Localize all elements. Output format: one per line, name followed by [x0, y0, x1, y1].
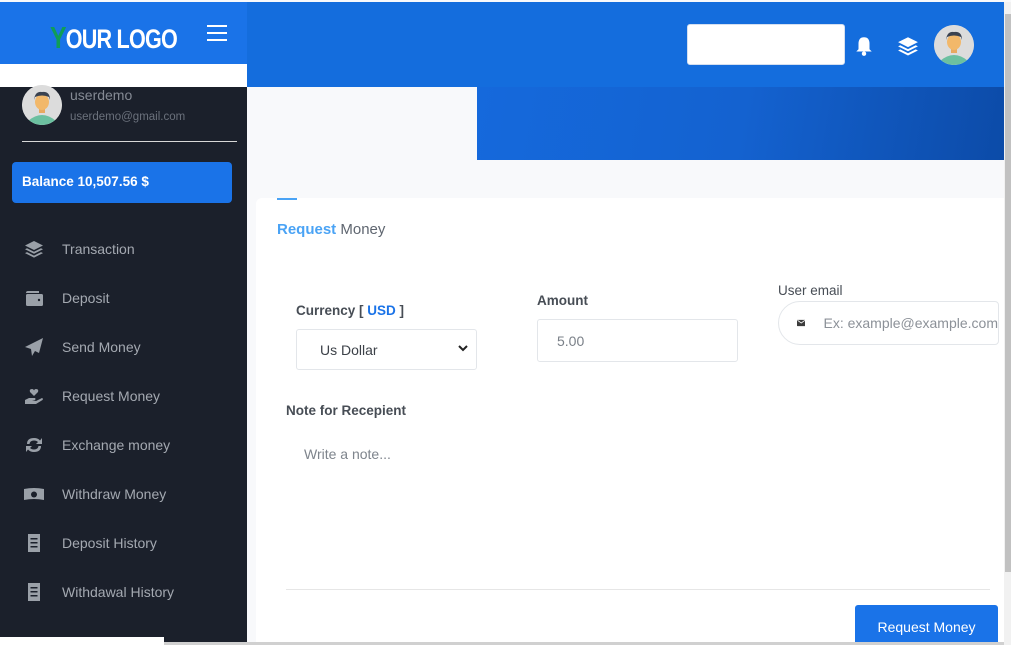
- sidebar-item-deposit-history[interactable]: Deposit History: [0, 518, 247, 567]
- amount-label: Amount: [537, 293, 588, 308]
- sidebar-nav: Transaction Deposit Send Money Request M…: [0, 237, 247, 629]
- sidebar-spacer: [0, 64, 247, 87]
- email-label: User email: [778, 283, 843, 298]
- sidebar-item-label: Deposit History: [62, 534, 157, 551]
- email-field[interactable]: Ex: example@example.com: [778, 301, 999, 345]
- currency-code: USD: [367, 303, 396, 318]
- request-money-card: Request Money Currency [ USD ] Us Dollar…: [256, 198, 1004, 645]
- sidebar-item-label: Withdraw Money: [62, 485, 167, 502]
- sidebar-item-withdraw-money[interactable]: Withdraw Money: [0, 469, 247, 518]
- logo-initial: Y: [50, 20, 67, 55]
- user-name: userdemo: [70, 87, 133, 103]
- scrollbar-thumb[interactable]: [1005, 14, 1011, 572]
- logo-text: OUR LOGO: [65, 24, 178, 54]
- sync-icon: [23, 434, 45, 456]
- logo[interactable]: YOUR LOGO: [50, 20, 178, 56]
- sidebar-item-request-money[interactable]: Request Money: [0, 371, 247, 420]
- envelope-icon: [797, 319, 806, 327]
- sidebar-item-label: Request Money: [62, 387, 161, 404]
- sidebar-item-label: Send Money: [62, 338, 141, 355]
- menu-toggle-icon[interactable]: [207, 25, 227, 41]
- currency-label: Currency [ USD ]: [296, 303, 405, 318]
- header-avatar[interactable]: [934, 25, 974, 65]
- top-header: [247, 2, 1004, 87]
- sidebar-item-label: Transaction: [62, 240, 135, 257]
- chevron-down-icon: [458, 345, 468, 352]
- sidebar-footer-strip: [0, 637, 164, 645]
- avatar[interactable]: [22, 85, 62, 125]
- layers-icon[interactable]: [897, 35, 919, 57]
- receipt-icon: [23, 581, 45, 603]
- sidebar-item-label: Deposit: [62, 289, 110, 306]
- header-banner: [477, 87, 1004, 160]
- receipt-icon: [23, 532, 45, 554]
- page-title: Request Money: [277, 221, 386, 238]
- sidebar-item-send-money[interactable]: Send Money: [0, 322, 247, 371]
- balance-badge[interactable]: Balance 10,507.56 $: [12, 162, 232, 203]
- layers-icon: [23, 238, 45, 260]
- money-bill-icon: [23, 483, 45, 505]
- app-root: YOUR LOGO userdemo userdemo@gmail.com Ba…: [0, 0, 1011, 645]
- user-profile: userdemo userdemo@gmail.com: [22, 85, 237, 142]
- sidebar-item-withdrawal-history[interactable]: Withdawal History: [0, 567, 247, 616]
- sidebar-logo-bar: YOUR LOGO: [0, 2, 247, 64]
- sidebar-item-label: Exchange money: [62, 436, 171, 453]
- currency-select[interactable]: Us Dollar: [296, 329, 477, 370]
- sidebar-item-exchange-money[interactable]: Exchange money: [0, 420, 247, 469]
- note-textarea[interactable]: Write a note...: [286, 434, 990, 584]
- hand-heart-icon: [23, 385, 45, 407]
- sidebar-item-transaction[interactable]: Transaction: [0, 224, 247, 273]
- sidebar-item-deposit[interactable]: Deposit: [0, 273, 247, 322]
- request-money-button[interactable]: Request Money: [855, 605, 998, 645]
- paper-plane-icon: [23, 336, 45, 358]
- sidebar-item-label: Withdawal History: [62, 583, 175, 600]
- divider: [286, 589, 990, 590]
- bell-icon[interactable]: [853, 35, 875, 57]
- sidebar: userdemo userdemo@gmail.com Balance 10,5…: [0, 85, 247, 645]
- user-email: userdemo@gmail.com: [70, 111, 186, 123]
- wallet-icon: [23, 287, 45, 309]
- note-label: Note for Recepient: [286, 403, 407, 418]
- amount-input[interactable]: 5.00: [537, 319, 738, 362]
- search-input[interactable]: [687, 24, 845, 65]
- card-accent-line: [277, 198, 297, 200]
